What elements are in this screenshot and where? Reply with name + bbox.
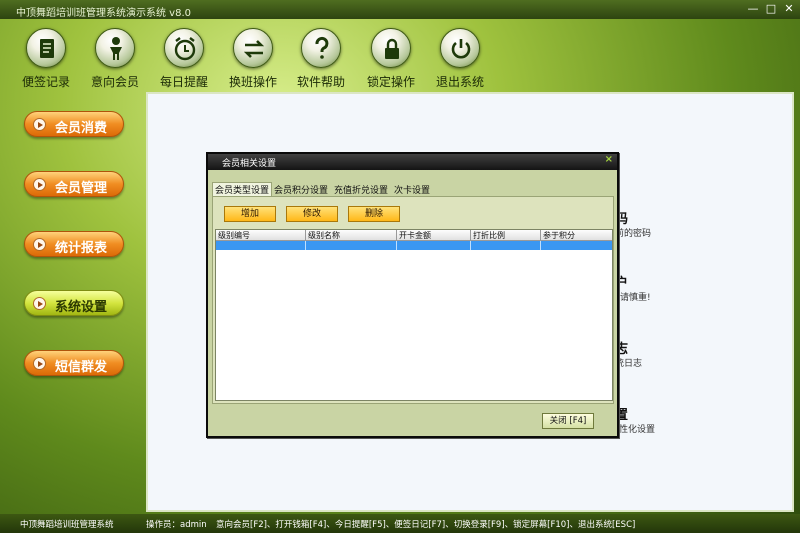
settings-item-desc: 请慎重! bbox=[620, 293, 651, 303]
sidebar-system-settings-button[interactable]: 系统设置 bbox=[24, 290, 124, 316]
sidebar-member-consume-button[interactable]: 会员消费 bbox=[24, 111, 124, 137]
toolbar-label: 每日提醒 bbox=[159, 75, 208, 89]
column-header[interactable]: 打折比例 bbox=[471, 230, 541, 241]
settings-item-desc: 前的密码 bbox=[615, 229, 652, 239]
toolbar-help-button[interactable]: 软件帮助 bbox=[289, 28, 353, 90]
table-row-selected[interactable] bbox=[216, 241, 612, 250]
edit-button[interactable]: 修改 bbox=[286, 206, 338, 222]
lock-icon bbox=[371, 28, 411, 68]
toolbar-prospect-button[interactable]: 意向会员 bbox=[83, 28, 147, 90]
status-system-name: 中顶舞蹈培训班管理系统 bbox=[20, 520, 114, 530]
sidebar-member-manage-button[interactable]: 会员管理 bbox=[24, 171, 124, 197]
member-settings-dialog: 会员相关设置 × 会员类型设置 会员积分设置 充值折兑设置 次卡设置 增加 修改… bbox=[206, 152, 619, 438]
column-header[interactable]: 开卡金额 bbox=[397, 230, 471, 241]
toolbar-lock-button[interactable]: 锁定操作 bbox=[359, 28, 423, 90]
dialog-title-bar: 会员相关设置 × bbox=[208, 154, 617, 170]
status-bar: 中顶舞蹈培训班管理系统 操作员：admin 意向会员[F2]、打开钱箱[F4]、… bbox=[0, 514, 800, 533]
table-cell bbox=[397, 241, 471, 250]
tab-content-member-type: 增加 修改 删除 级别编号 级别名称 开卡金额 打折比例 参于积分 bbox=[212, 196, 614, 404]
column-header[interactable]: 参于积分 bbox=[541, 230, 612, 241]
play-arrow-icon bbox=[33, 357, 46, 370]
sidebar-sms-button[interactable]: 短信群发 bbox=[24, 350, 124, 376]
tab-member-points[interactable]: 会员积分设置 bbox=[274, 182, 328, 196]
column-header[interactable]: 级别名称 bbox=[306, 230, 397, 241]
power-icon bbox=[440, 28, 480, 68]
toolbar-label: 锁定操作 bbox=[366, 75, 415, 89]
toolbar-label: 软件帮助 bbox=[296, 75, 345, 89]
maximize-button[interactable]: □ bbox=[763, 2, 779, 16]
sidebar-button-label: 系统设置 bbox=[55, 300, 108, 315]
toolbar-notes-button[interactable]: 便签记录 bbox=[14, 28, 78, 90]
member-type-table[interactable]: 级别编号 级别名称 开卡金额 打折比例 参于积分 bbox=[215, 229, 613, 401]
minimize-button[interactable]: — bbox=[745, 2, 761, 16]
sidebar-button-label: 统计报表 bbox=[55, 241, 108, 256]
status-operator: 操作员：admin bbox=[146, 520, 207, 530]
sidebar-reports-button[interactable]: 统计报表 bbox=[24, 231, 124, 257]
table-cell bbox=[306, 241, 397, 250]
toolbar-label: 换班操作 bbox=[228, 75, 277, 89]
help-question-icon bbox=[301, 28, 341, 68]
status-shortcuts: 意向会员[F2]、打开钱箱[F4]、今日提醒[F5]、便签日记[F7]、切换登录… bbox=[216, 520, 636, 530]
swap-arrows-icon bbox=[233, 28, 273, 68]
close-window-button[interactable]: ✕ bbox=[781, 2, 797, 16]
table-cell bbox=[216, 241, 306, 250]
table-header: 级别编号 级别名称 开卡金额 打折比例 参于积分 bbox=[216, 230, 612, 241]
title-bar: 中顶舞蹈培训班管理系统演示系统 v8.0 — □ ✕ bbox=[0, 0, 800, 19]
toolbar-label: 意向会员 bbox=[90, 75, 139, 89]
tab-recharge-discount[interactable]: 充值折兑设置 bbox=[334, 182, 388, 196]
toolbar-label: 退出系统 bbox=[435, 75, 484, 89]
play-arrow-icon bbox=[33, 118, 46, 131]
sidebar-button-label: 短信群发 bbox=[55, 360, 108, 375]
alarm-clock-icon bbox=[164, 28, 204, 68]
member-person-icon bbox=[95, 28, 135, 68]
delete-button[interactable]: 删除 bbox=[348, 206, 400, 222]
settings-item-desc: 统日志 bbox=[615, 359, 643, 369]
sidebar-button-label: 会员管理 bbox=[55, 181, 108, 196]
notepad-icon bbox=[26, 28, 66, 68]
add-button[interactable]: 增加 bbox=[224, 206, 276, 222]
dialog-close-button[interactable]: 关闭 [F4] bbox=[542, 413, 594, 429]
dialog-title: 会员相关设置 bbox=[222, 159, 277, 169]
tab-member-type[interactable]: 会员类型设置 bbox=[212, 182, 273, 196]
column-header[interactable]: 级别编号 bbox=[216, 230, 306, 241]
main-window: 中顶舞蹈培训班管理系统演示系统 v8.0 — □ ✕ 便签记录 意向会员 每日提… bbox=[0, 0, 800, 533]
toolbar-exit-button[interactable]: 退出系统 bbox=[428, 28, 492, 90]
window-title: 中顶舞蹈培训班管理系统演示系统 v8.0 bbox=[16, 8, 191, 19]
tab-punch-card[interactable]: 次卡设置 bbox=[394, 182, 430, 196]
toolbar-shift-button[interactable]: 换班操作 bbox=[221, 28, 285, 90]
sidebar-button-label: 会员消费 bbox=[55, 121, 108, 136]
play-arrow-icon bbox=[33, 238, 46, 251]
play-arrow-icon bbox=[33, 297, 46, 310]
dialog-close-icon[interactable]: × bbox=[605, 154, 613, 165]
table-cell bbox=[471, 241, 541, 250]
play-arrow-icon bbox=[33, 178, 46, 191]
toolbar-label: 便签记录 bbox=[21, 75, 70, 89]
toolbar-reminder-button[interactable]: 每日提醒 bbox=[152, 28, 216, 90]
